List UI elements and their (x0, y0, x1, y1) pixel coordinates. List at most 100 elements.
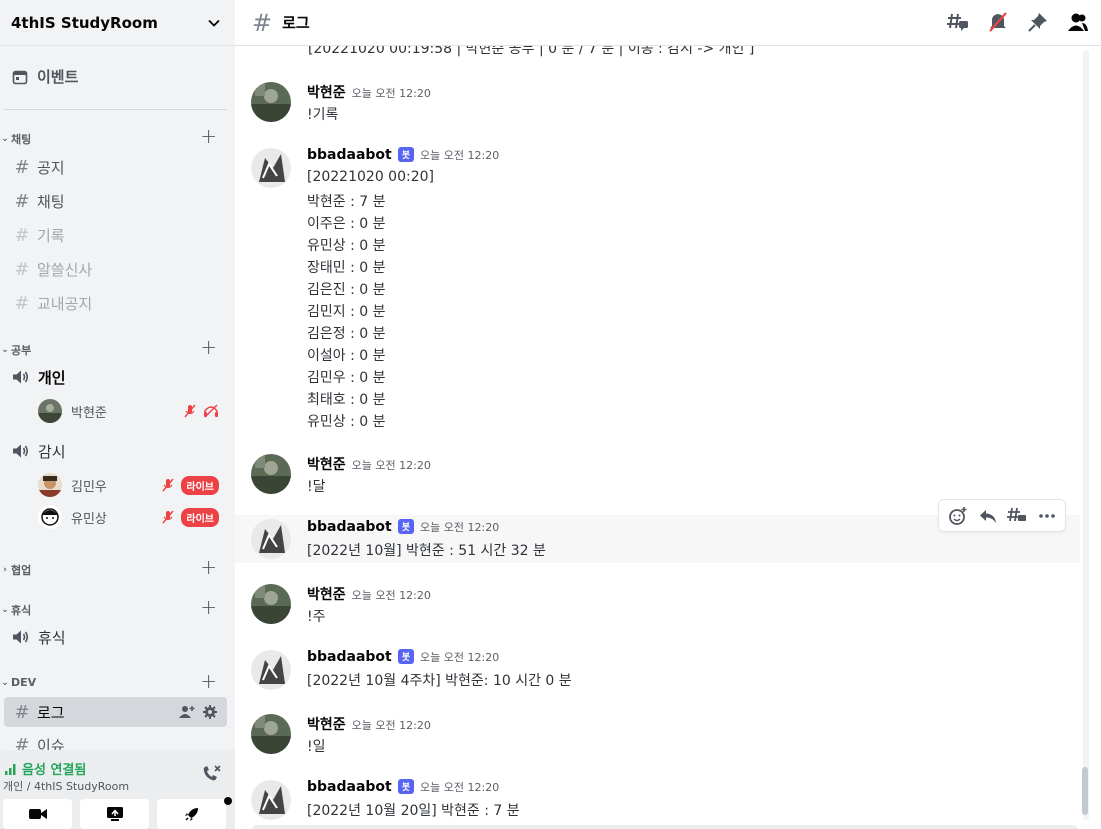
divider (4, 109, 227, 110)
timestamp: 오늘 오전 12:20 (351, 589, 431, 602)
add-channel-icon[interactable]: + (200, 595, 217, 619)
channel-record[interactable]: # 기록 (12, 221, 227, 249)
message[interactable]: bbadaabot 봇 오늘 오전 12:20 [2022년 10월 20일] … (235, 774, 1080, 829)
message[interactable]: bbadaabot 봇 오늘 오전 12:20 [20221020 00:20]… (235, 142, 1080, 432)
reply-icon[interactable] (979, 508, 997, 524)
message-header: 박현준 오늘 오전 12:20 (307, 714, 431, 734)
voice-member[interactable]: 김민우 라이브 (38, 471, 223, 499)
mic-muted-icon (162, 510, 174, 524)
create-thread-icon[interactable] (1007, 507, 1027, 525)
chevron-down-icon: ⌄ (1, 345, 9, 355)
channel-label: 채팅 (37, 192, 65, 211)
author-name[interactable]: 박현준 (307, 714, 346, 734)
author-name[interactable]: bbadaabot (307, 519, 392, 535)
member-name: 김민우 (71, 479, 107, 495)
chat-header: # 로그 (235, 0, 1101, 46)
events-item[interactable]: 이벤트 (12, 66, 78, 87)
voice-member[interactable]: 박현준 (38, 397, 223, 425)
channel-chat[interactable]: # 채팅 (12, 187, 227, 215)
message-text: 김민우 : 0 분 (307, 370, 386, 386)
member-name: 유민상 (71, 511, 107, 527)
category-rest[interactable]: ⌄ 휴식 + (0, 595, 235, 619)
gear-icon[interactable] (203, 705, 217, 719)
chevron-down-icon: ⌄ (1, 134, 9, 144)
hash-icon: # (252, 8, 273, 37)
pin-icon[interactable] (1027, 11, 1049, 33)
voice-channel-watch[interactable]: 감시 (12, 437, 227, 465)
hash-icon: # (14, 292, 30, 314)
author-name[interactable]: bbadaabot (307, 779, 392, 795)
category-study[interactable]: ⌄ 공부 + (0, 335, 235, 359)
channel-trivia[interactable]: # 알쓸신사 (12, 255, 227, 283)
message-text: 유민상 : 0 분 (307, 238, 386, 254)
author-name[interactable]: 박현준 (307, 454, 346, 474)
add-channel-icon[interactable]: + (200, 669, 217, 693)
add-reaction-icon[interactable] (948, 506, 968, 526)
message-hover-toolbar (938, 499, 1066, 532)
timestamp: 오늘 오전 12:20 (351, 719, 431, 732)
avatar[interactable] (251, 148, 291, 188)
add-channel-icon[interactable]: + (200, 555, 217, 579)
avatar[interactable] (251, 714, 291, 754)
add-channel-icon[interactable]: + (200, 124, 217, 148)
channel-issue[interactable]: # 이슈 (12, 731, 227, 751)
category-dev[interactable]: ⌄ DEV + (0, 669, 235, 693)
message-text: 이설아 : 0 분 (307, 348, 386, 364)
disconnect-call-icon[interactable] (201, 765, 221, 783)
message-text: 장태민 : 0 분 (307, 260, 386, 276)
speaker-icon (12, 368, 32, 386)
channel-school-notice[interactable]: # 교내공지 (12, 289, 227, 317)
channel-label: 이슈 (37, 736, 65, 751)
hash-icon: # (14, 156, 30, 178)
message-header: bbadaabot 봇 오늘 오전 12:20 (307, 519, 499, 535)
author-name[interactable]: bbadaabot (307, 649, 392, 665)
voice-channel-private[interactable]: 개인 (12, 363, 227, 391)
avatar[interactable] (251, 650, 291, 690)
message[interactable]: 박현준 오늘 오전 12:20 !기록 (235, 76, 1080, 136)
message-input[interactable] (252, 825, 1078, 829)
category-label: 채팅 (11, 133, 32, 146)
author-name[interactable]: 박현준 (307, 82, 346, 102)
channel-label: 공지 (37, 158, 65, 177)
notification-muted-icon[interactable] (987, 11, 1009, 33)
avatar[interactable] (251, 454, 291, 494)
category-collab[interactable]: › 협업 + (0, 555, 235, 579)
events-label: 이벤트 (37, 68, 79, 86)
member-list-icon[interactable] (1067, 11, 1089, 33)
message[interactable]: 박현준 오늘 오전 12:20 !일 (235, 708, 1080, 768)
notification-dot (224, 797, 232, 805)
hash-icon: # (14, 224, 30, 246)
add-channel-icon[interactable]: + (200, 335, 217, 359)
author-name[interactable]: bbadaabot (307, 147, 392, 163)
video-camera-icon (28, 809, 47, 819)
scrollbar-thumb[interactable] (1082, 767, 1088, 815)
threads-icon[interactable] (947, 11, 969, 33)
scrollbar-track[interactable] (1083, 50, 1089, 820)
message-text: 박현준 : 7 분 (307, 194, 386, 210)
video-button[interactable] (3, 799, 72, 829)
channel-notice[interactable]: # 공지 (12, 153, 227, 181)
message-header: 박현준 오늘 오전 12:20 (307, 584, 431, 604)
message[interactable]: bbadaabot 봇 오늘 오전 12:20 [2022년 10월 4주차] … (235, 644, 1080, 704)
voice-status[interactable]: 음성 연결됨 (4, 759, 86, 778)
invite-member-icon[interactable] (179, 705, 195, 719)
message-list: [20221020 00:19:58 | 박현준 공부 | 0 분 / 7 분 … (235, 46, 1101, 829)
server-header[interactable]: 4thIS StudyRoom (0, 0, 235, 46)
channel-label: 개인 (38, 368, 66, 387)
avatar[interactable] (251, 780, 291, 820)
voice-member[interactable]: 유민상 라이브 (38, 503, 223, 531)
voice-channel-rest[interactable]: 휴식 (12, 623, 227, 651)
category-chat[interactable]: ⌄ 채팅 + (0, 124, 235, 148)
channel-log[interactable]: # 로그 (4, 697, 227, 727)
more-options-icon[interactable] (1038, 513, 1056, 519)
avatar (38, 505, 62, 529)
avatar[interactable] (251, 584, 291, 624)
message-text: !달 (307, 479, 326, 495)
timestamp: 오늘 오전 12:20 (420, 149, 500, 162)
activity-button[interactable] (157, 797, 232, 829)
message[interactable]: 박현준 오늘 오전 12:20 !주 (235, 578, 1080, 638)
avatar[interactable] (251, 82, 291, 122)
screen-share-button[interactable] (80, 799, 149, 829)
author-name[interactable]: 박현준 (307, 584, 346, 604)
avatar[interactable] (251, 519, 291, 559)
